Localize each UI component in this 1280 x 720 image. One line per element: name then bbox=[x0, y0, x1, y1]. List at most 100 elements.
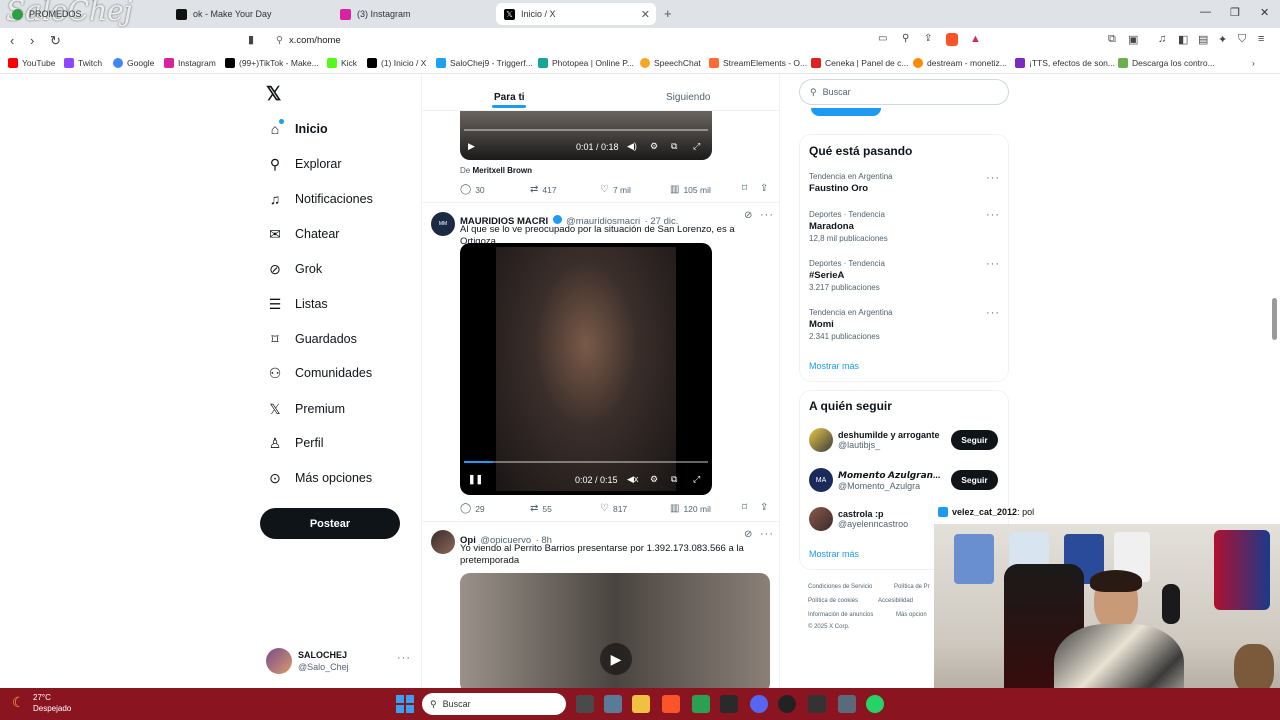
nav-item-notificaciones[interactable]: ♫ Notificaciones bbox=[266, 190, 373, 208]
widgets-icon[interactable] bbox=[604, 695, 622, 713]
reply-button[interactable]: ◯ 30 bbox=[460, 184, 485, 195]
follow-suggestion[interactable]: deshumilde y arrogante @lautibjs_ bbox=[809, 428, 940, 452]
trend-more-icon[interactable]: ··· bbox=[986, 307, 1000, 319]
settings-icon[interactable]: ⚙ bbox=[650, 474, 658, 485]
follow-suggestion[interactable]: castrola :p @ayelenncastroo bbox=[809, 507, 908, 531]
views-button[interactable]: ▥ 105 mil bbox=[670, 184, 711, 195]
nav-item-grok[interactable]: ⊘ Grok bbox=[266, 260, 322, 278]
footer-link[interactable]: Accesibilidad bbox=[878, 598, 913, 604]
screenshot-icon[interactable]: ▣ bbox=[1128, 33, 1138, 46]
share-tweet-icon[interactable]: ⇪ bbox=[760, 183, 768, 194]
share-tweet-icon[interactable]: ⇪ bbox=[760, 502, 768, 513]
site-settings-icon[interactable]: ⚲ bbox=[276, 35, 283, 46]
bookmark-item[interactable]: (99+)TikTok - Make... bbox=[225, 58, 319, 68]
media-icon[interactable]: ♫ bbox=[1158, 33, 1166, 45]
bookmark-item[interactable]: (1) Inicio / X bbox=[367, 58, 426, 68]
show-more-follow-link[interactable]: Mostrar más bbox=[809, 549, 859, 559]
play-icon[interactable]: ▶ bbox=[600, 643, 632, 675]
follow-button[interactable]: Seguir bbox=[951, 470, 998, 490]
nav-item-explorar[interactable]: ⚲ Explorar bbox=[266, 155, 342, 173]
fullscreen-icon[interactable]: ⤢ bbox=[693, 141, 700, 152]
footer-link[interactable]: Política de cookies bbox=[808, 598, 858, 604]
pip-icon[interactable]: ⧉ bbox=[671, 474, 677, 485]
avatar[interactable]: MM bbox=[431, 212, 455, 236]
bookmark-page-icon[interactable]: ▮ bbox=[248, 33, 254, 46]
vpn-icon[interactable]: ⛉ bbox=[1238, 33, 1246, 46]
views-button[interactable]: ▥ 120 mil bbox=[670, 503, 711, 514]
share-icon[interactable]: ⇪ bbox=[924, 33, 932, 44]
app-icon[interactable] bbox=[692, 695, 710, 713]
browser-tab[interactable]: ok - Make Your Day bbox=[168, 3, 328, 25]
whatsapp-icon[interactable] bbox=[866, 695, 884, 713]
show-more-trends-link[interactable]: Mostrar más bbox=[809, 361, 859, 371]
video-player[interactable]: ▶ 0:01 / 0:18 ◀) ⚙ ⧉ ⤢ bbox=[460, 111, 712, 160]
tweet-more-icon[interactable]: ··· bbox=[760, 209, 774, 221]
bookmark-item[interactable]: Twitch bbox=[64, 58, 102, 68]
new-tab-icon[interactable]: + bbox=[664, 6, 672, 21]
close-tab-icon[interactable]: ✕ bbox=[641, 8, 650, 21]
follow-suggestion[interactable]: MA 𝙈𝙤𝙢𝙚𝙣𝙩𝙤 𝘼𝙯𝙪𝙡𝙜𝙧𝙖𝙣... @Momento_Azulgra bbox=[809, 468, 941, 492]
reload-icon[interactable]: ↻ bbox=[50, 33, 61, 49]
restore-icon[interactable]: ❐ bbox=[1230, 6, 1240, 19]
post-button[interactable]: Postear bbox=[260, 508, 400, 539]
back-icon[interactable]: ‹ bbox=[10, 33, 14, 48]
like-button[interactable]: ♡ 817 bbox=[600, 503, 627, 514]
avatar[interactable] bbox=[266, 648, 292, 674]
trend-more-icon[interactable]: ··· bbox=[986, 172, 1000, 184]
trend-item[interactable]: Deportes · Tendencia Maradona 12,8 mil pub… bbox=[809, 210, 888, 243]
account-more-icon[interactable]: ··· bbox=[397, 652, 411, 664]
like-button[interactable]: ♡ 7 mil bbox=[600, 184, 631, 195]
tweet-more-icon[interactable]: ··· bbox=[760, 528, 774, 540]
bookmark-tweet-icon[interactable]: ⌑ bbox=[742, 502, 747, 513]
volume-icon[interactable]: ◀) bbox=[627, 141, 637, 152]
bookmark-item[interactable]: destream - monetiz... bbox=[913, 58, 1007, 68]
trend-item[interactable]: Tendencia en Argentina Faustino Oro bbox=[809, 172, 893, 196]
subscribe-button[interactable] bbox=[811, 108, 881, 116]
nav-item-perfil[interactable]: ♙ Perfil bbox=[266, 434, 324, 452]
pause-icon[interactable]: ❚❚ bbox=[468, 474, 483, 485]
pip-icon[interactable]: ⧉ bbox=[671, 141, 677, 152]
bookmark-item[interactable]: YouTube bbox=[8, 58, 55, 68]
settings-taskbar-icon[interactable] bbox=[838, 695, 856, 713]
install-icon[interactable]: ▭ bbox=[878, 33, 887, 44]
app-icon[interactable] bbox=[808, 695, 826, 713]
nav-item-listas[interactable]: ☰ Listas bbox=[266, 295, 328, 313]
bookmarks-overflow-icon[interactable]: › bbox=[1252, 58, 1255, 68]
forward-icon[interactable]: › bbox=[30, 33, 34, 48]
bookmark-item[interactable]: Instagram bbox=[164, 58, 216, 68]
nav-item-guardados[interactable]: ⌑ Guardados bbox=[266, 330, 356, 348]
nav-item-mas-opciones[interactable]: ⊙ Más opciones bbox=[266, 469, 372, 487]
x-logo-icon[interactable]: 𝕏 bbox=[266, 83, 281, 106]
bookmark-item[interactable]: Descarga los contro... bbox=[1118, 58, 1215, 68]
video-progress-bar[interactable] bbox=[464, 461, 708, 463]
grok-tweet-icon[interactable]: ⊘ bbox=[744, 529, 752, 540]
menu-icon[interactable]: ≡ bbox=[1258, 33, 1264, 45]
file-explorer-icon[interactable] bbox=[632, 695, 650, 713]
extensions-icon[interactable]: ⧉ bbox=[1108, 33, 1116, 46]
brave-shield-icon[interactable] bbox=[946, 33, 958, 46]
minimize-icon[interactable]: — bbox=[1200, 6, 1211, 18]
follow-button[interactable]: Seguir bbox=[951, 430, 998, 450]
retweet-button[interactable]: ⇄ 417 bbox=[530, 184, 557, 195]
nav-item-inicio[interactable]: ⌂ Inicio bbox=[266, 120, 328, 138]
discord-icon[interactable] bbox=[750, 695, 768, 713]
bookmark-item[interactable]: Photopea | Online P... bbox=[538, 58, 634, 68]
trend-more-icon[interactable]: ··· bbox=[986, 209, 1000, 221]
nav-item-premium[interactable]: 𝕏 Premium bbox=[266, 400, 345, 418]
trend-item[interactable]: Tendencia en Argentina Momi 2.341 publicac… bbox=[809, 308, 893, 341]
sidebar-toggle-icon[interactable]: ◧ bbox=[1178, 33, 1188, 46]
leo-icon[interactable]: ✦ bbox=[1218, 33, 1227, 46]
trend-more-icon[interactable]: ··· bbox=[986, 258, 1000, 270]
app-icon[interactable] bbox=[778, 695, 796, 713]
bookmark-item[interactable]: SaloChej9 - Triggerf... bbox=[436, 58, 533, 68]
video-player[interactable]: ▶ bbox=[460, 573, 770, 688]
bookmark-item[interactable]: Google bbox=[113, 58, 154, 68]
settings-icon[interactable]: ⚙ bbox=[650, 141, 658, 152]
reply-button[interactable]: ◯ 29 bbox=[460, 503, 485, 514]
video-player[interactable]: ❚❚ 0:02 / 0:15 ◀x ⚙ ⧉ ⤢ bbox=[460, 243, 712, 495]
brave-icon[interactable] bbox=[662, 695, 680, 713]
nav-item-chatear[interactable]: ✉ Chatear bbox=[266, 225, 339, 243]
start-icon[interactable] bbox=[396, 695, 414, 713]
avatar[interactable] bbox=[431, 530, 455, 554]
tab-siguiendo[interactable]: Siguiendo bbox=[666, 92, 710, 103]
